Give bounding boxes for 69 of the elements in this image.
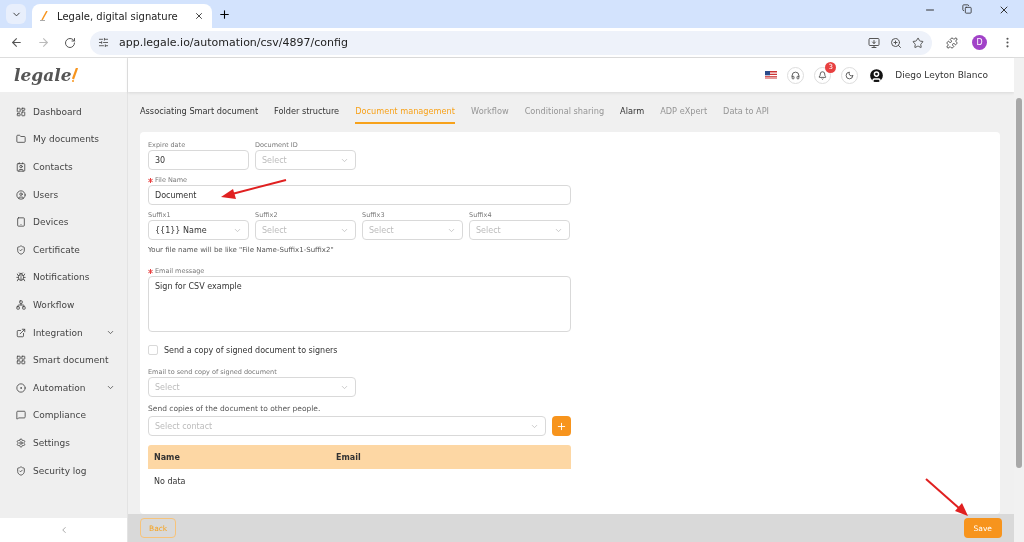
zoom-icon[interactable] [890, 36, 902, 49]
bug-icon [16, 272, 26, 283]
logo: legale [14, 65, 79, 85]
sidebar-item[interactable]: Compliance [0, 401, 127, 430]
sidebar-item[interactable]: Security log [0, 456, 127, 485]
grid-icon [16, 355, 26, 366]
folder-icon [16, 134, 26, 145]
tab[interactable]: Alarm [620, 100, 645, 124]
checkbox-label: Send a copy of signed document to signers [164, 345, 338, 355]
scrollbar-thumb[interactable] [1016, 98, 1022, 468]
browser-tab[interactable]: Legale, digital signature [32, 4, 212, 28]
empty-text: No data [153, 476, 187, 488]
profile-avatar[interactable]: D [972, 35, 987, 50]
dashboard-icon [16, 106, 26, 117]
flag-icon [765, 71, 778, 79]
input-field[interactable]: Document [148, 185, 571, 205]
column-header: Email [336, 452, 362, 462]
tab[interactable]: Associating Smart document [140, 100, 259, 124]
shield-icon [16, 465, 26, 476]
sidebar-item[interactable]: Smart document [0, 346, 127, 374]
close-icon[interactable] [998, 4, 1010, 16]
annotation-arrow [221, 179, 287, 199]
tab-title: Legale, digital signature [57, 10, 179, 22]
extensions-icon[interactable] [946, 36, 958, 49]
message-icon [16, 410, 26, 421]
select-field[interactable]: {{1}} Name [148, 220, 249, 240]
column-header: Name [154, 452, 181, 462]
sidebar-item[interactable]: Contacts [0, 153, 127, 181]
address-bar[interactable]: app.legale.io/automation/csv/4897/config [90, 30, 932, 55]
annotation-arrow [925, 478, 968, 516]
sidebar-item[interactable]: My documents [0, 125, 127, 154]
user-avatar-icon[interactable] [868, 66, 886, 84]
checkbox[interactable] [148, 345, 158, 355]
reload-icon[interactable] [64, 36, 76, 49]
user-icon [16, 189, 26, 200]
moon-icon [845, 70, 855, 80]
pen-icon [40, 11, 49, 21]
network-icon [16, 299, 26, 310]
contact-card-icon [16, 162, 26, 172]
sidebar-item[interactable]: Automation [0, 373, 127, 402]
site-settings-icon [98, 37, 109, 48]
settings-icon [16, 437, 26, 448]
new-tab-icon[interactable] [218, 8, 231, 21]
tablet-icon [16, 217, 26, 228]
url-text: app.legale.io/automation/csv/4897/config [119, 36, 349, 49]
bell-icon [818, 70, 828, 80]
sidebar-item[interactable]: Certificate [0, 235, 127, 264]
tab[interactable]: Folder structure [274, 100, 340, 124]
add-button[interactable] [552, 416, 571, 436]
sidebar-item[interactable]: Integration [0, 318, 127, 347]
input-field[interactable]: 30 [148, 150, 249, 170]
text-area[interactable]: Sign for CSV example [148, 276, 571, 332]
sidebar-item[interactable]: Users [0, 180, 127, 209]
external-link-icon [16, 327, 26, 338]
user-name: Diego Leyton Blanco [895, 70, 988, 80]
sidebar-item[interactable]: Devices [0, 208, 127, 236]
circle-dot-icon [16, 382, 26, 393]
headset-icon [791, 70, 801, 80]
close-icon[interactable] [194, 11, 204, 21]
bookmark-star-icon[interactable] [912, 36, 924, 49]
sidebar-item[interactable]: Workflow [0, 291, 127, 319]
install-icon[interactable] [868, 36, 880, 49]
sidebar-item[interactable]: Notifications [0, 263, 127, 292]
restore-icon[interactable] [962, 4, 972, 14]
sidebar-item[interactable]: Settings [0, 429, 127, 457]
shield-icon [16, 244, 26, 255]
back-icon[interactable] [10, 36, 23, 49]
sidebar-item[interactable]: Dashboard [0, 98, 127, 126]
plus-icon [556, 420, 567, 432]
